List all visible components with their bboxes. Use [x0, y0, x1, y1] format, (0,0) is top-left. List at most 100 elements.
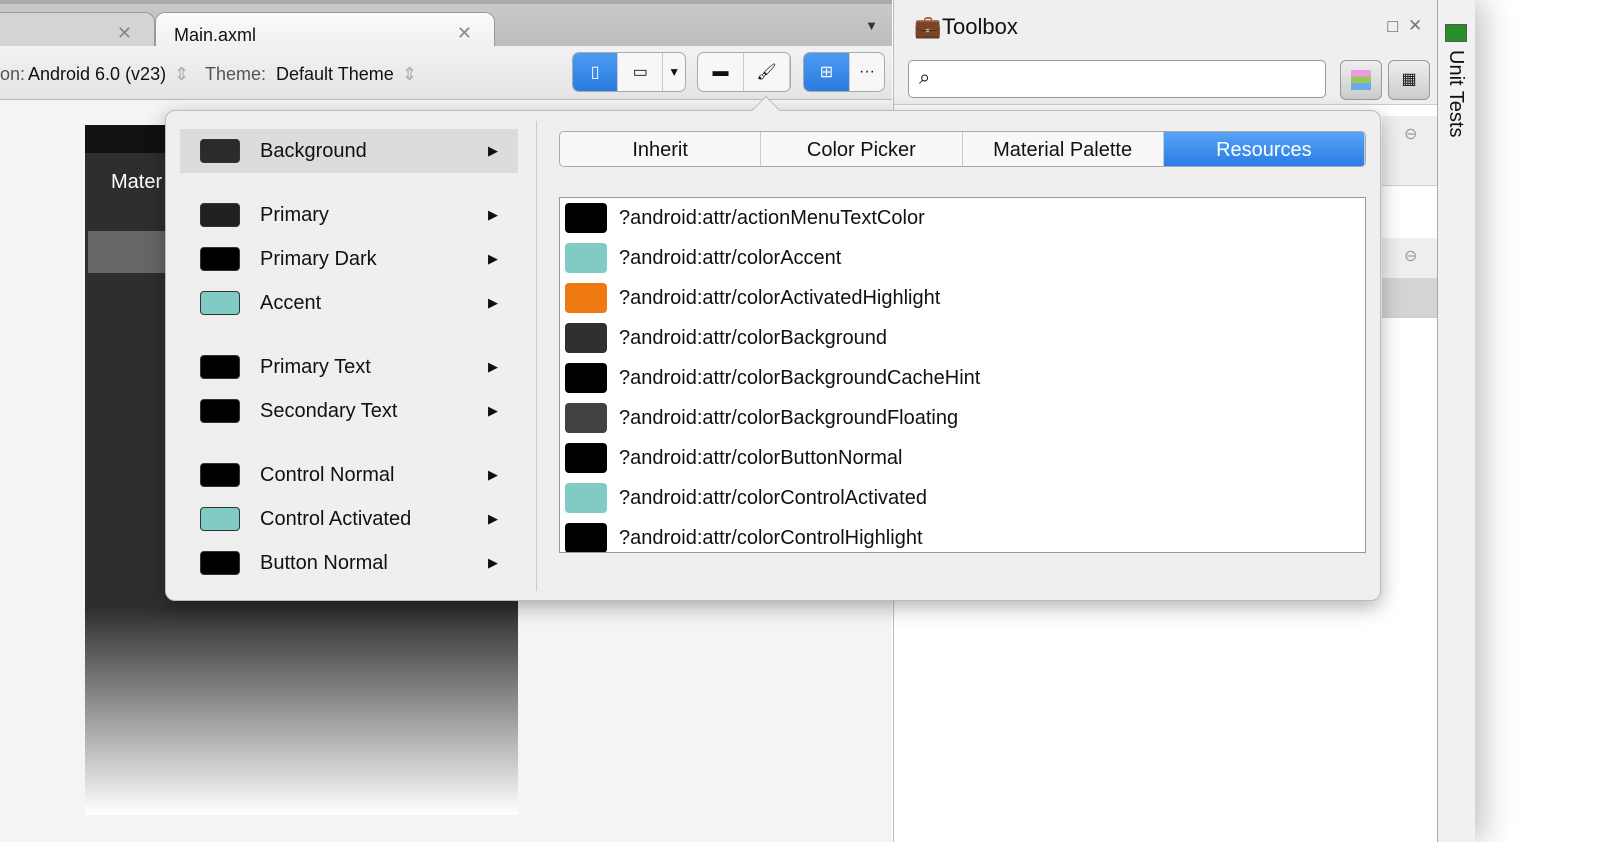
toolbox-search-input[interactable]: ⌕: [908, 60, 1326, 98]
close-icon[interactable]: ✕: [1408, 16, 1422, 36]
resource-item[interactable]: ?android:attr/colorControlHighlight: [560, 518, 1365, 552]
resource-item[interactable]: ?android:attr/colorBackgroundFloating: [560, 398, 1365, 438]
resource-item[interactable]: ?android:attr/colorBackgroundCacheHint: [560, 358, 1365, 398]
list-view-button[interactable]: [1340, 60, 1382, 100]
theme-color-item[interactable]: Accent ▶: [180, 281, 518, 325]
resource-name: ?android:attr/colorControlHighlight: [619, 526, 923, 549]
color-swatch: [565, 283, 607, 313]
tab-label: Main.axml: [174, 25, 257, 45]
color-swatch: [200, 247, 240, 271]
resource-item[interactable]: ?android:attr/colorActivatedHighlight: [560, 278, 1365, 318]
grid-view-button[interactable]: ▦: [1388, 60, 1430, 100]
theme-color-list: Background ▶ Primary ▶ Primary Dark ▶ Accent ▶ P…: [180, 129, 518, 585]
item-label: Background: [260, 139, 367, 162]
resource-name: ?android:attr/colorControlActivated: [619, 486, 927, 509]
resource-item[interactable]: ?android:attr/actionMenuTextColor: [560, 198, 1365, 238]
color-swatch: [200, 399, 240, 423]
resource-item[interactable]: ?android:attr/colorBackground: [560, 318, 1365, 358]
color-swatch: [200, 507, 240, 531]
color-swatch: [200, 551, 240, 575]
theme-color-item[interactable]: Secondary Text ▶: [180, 389, 518, 433]
tab-main-axml[interactable]: Main.axml ✕: [155, 12, 495, 50]
chevron-right-icon: ▶: [488, 295, 498, 310]
color-swatch: [565, 483, 607, 513]
toolbox-icon: 💼: [914, 14, 942, 39]
resource-item[interactable]: ?android:attr/colorButtonNormal: [560, 438, 1365, 478]
theme-label: Theme:: [205, 64, 267, 84]
theme-color-item[interactable]: Background ▶: [180, 129, 518, 173]
color-theme-popover: Background ▶ Primary ▶ Primary Dark ▶ Accent ▶ P…: [165, 95, 1381, 601]
resource-item[interactable]: ?android:attr/colorAccent: [560, 238, 1365, 278]
portrait-phone-icon[interactable]: ▯: [573, 53, 619, 91]
color-swatch: [565, 403, 607, 433]
chevron-right-icon: ▶: [488, 359, 498, 374]
color-swatch: [565, 203, 607, 233]
unit-tests-pad[interactable]: Unit Tests: [1437, 0, 1475, 842]
item-label: Secondary Text: [260, 399, 398, 422]
version-select[interactable]: Android 6.0 (v23): [28, 64, 166, 85]
search-icon: ⌕: [919, 67, 931, 89]
designer-toolbar: on: Android 6.0 (v23) ⇕ Theme: Default T…: [0, 46, 892, 100]
maximize-icon[interactable]: ☐: [1386, 18, 1399, 36]
color-swatch: [200, 291, 240, 315]
color-swatch: [565, 523, 607, 552]
item-label: Primary: [260, 203, 329, 226]
chevron-updown-icon[interactable]: ⇕: [402, 64, 417, 85]
tab-other[interactable]: ✕: [0, 12, 155, 50]
toolbox-section[interactable]: ⊖: [1382, 116, 1438, 186]
list-row: [88, 231, 168, 273]
tab-resources[interactable]: Resources: [1163, 132, 1365, 166]
color-swatch: [200, 463, 240, 487]
item-label: Button Normal: [260, 551, 388, 574]
tab-color-picker[interactable]: Color Picker: [761, 132, 963, 166]
toolbox-item-selected[interactable]: [1382, 278, 1438, 318]
layout-group: ⊞ ···: [803, 52, 885, 92]
resource-item[interactable]: ?android:attr/colorControlActivated: [560, 478, 1365, 518]
resources-list[interactable]: ?android:attr/actionMenuTextColor ?androi…: [559, 197, 1366, 553]
resource-name: ?android:attr/colorButtonNormal: [619, 446, 903, 469]
close-icon[interactable]: ✕: [457, 23, 472, 44]
chevron-updown-icon[interactable]: ⇕: [174, 64, 189, 85]
color-swatch: [565, 363, 607, 393]
grid-view-icon: ▦: [1401, 71, 1417, 88]
grid-icon[interactable]: ⊞: [804, 53, 850, 91]
chevron-right-icon: ▶: [488, 251, 498, 266]
item-label: Primary Dark: [260, 247, 377, 270]
theme-color-item[interactable]: Primary Dark ▶: [180, 237, 518, 281]
list-view-icon: [1351, 70, 1371, 90]
color-swatch: [565, 323, 607, 353]
chevron-down-icon[interactable]: ▼: [663, 53, 685, 91]
tab-material-palette[interactable]: Material Palette: [963, 132, 1164, 166]
theme-color-item[interactable]: Primary Text ▶: [180, 345, 518, 389]
close-icon[interactable]: ✕: [117, 23, 132, 44]
divider: [536, 121, 537, 591]
chevron-right-icon: ▶: [488, 403, 498, 418]
collapse-icon[interactable]: ⊖: [1404, 246, 1417, 266]
resource-name: ?android:attr/colorBackgroundCacheHint: [619, 366, 981, 389]
theme-select[interactable]: Default Theme: [276, 64, 394, 85]
theme-color-item[interactable]: Control Activated ▶: [180, 497, 518, 541]
toolbox-title: Toolbox: [942, 14, 1018, 39]
chevron-right-icon: ▶: [488, 143, 498, 158]
brush-icon[interactable]: 🖌: [744, 53, 790, 91]
item-label: Accent: [260, 291, 322, 314]
theme-color-item[interactable]: Button Normal ▶: [180, 541, 518, 585]
landscape-icon[interactable]: ▭: [618, 53, 664, 91]
color-swatch: [200, 139, 240, 163]
device-frame-icon[interactable]: ▬: [698, 53, 744, 91]
tab-list-dropdown-icon[interactable]: ▼: [865, 18, 878, 33]
document-tab-bar: ✕ Main.axml ✕ ▼: [0, 0, 892, 50]
theme-color-item[interactable]: Control Normal ▶: [180, 453, 518, 497]
collapse-icon[interactable]: ⊖: [1404, 124, 1417, 144]
tab-inherit[interactable]: Inherit: [560, 132, 762, 166]
orientation-group: ▯ ▭ ▼: [572, 52, 686, 92]
color-swatch: [565, 443, 607, 473]
resource-name: ?android:attr/colorBackground: [619, 326, 887, 349]
theme-color-item[interactable]: Primary ▶: [180, 193, 518, 237]
more-icon[interactable]: ···: [850, 53, 884, 91]
unit-tests-label: Unit Tests: [1445, 50, 1467, 138]
chevron-right-icon: ▶: [488, 207, 498, 222]
